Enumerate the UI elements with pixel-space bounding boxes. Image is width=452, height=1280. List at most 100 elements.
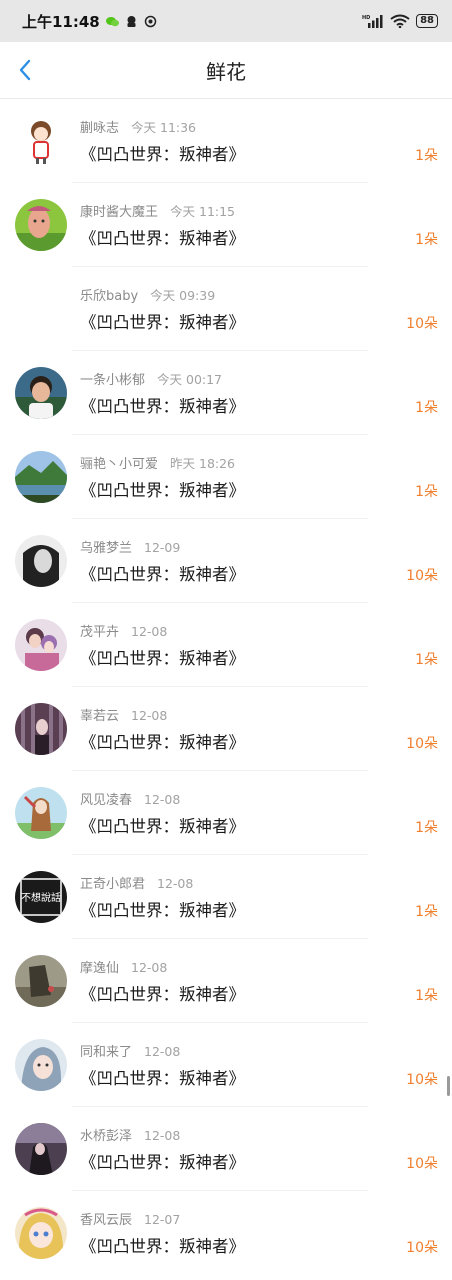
flower-count: 10朵 [406, 1156, 438, 1172]
svg-text:HD: HD [362, 15, 370, 21]
book-title: 《凹凸世界：叛神者》 [80, 1153, 245, 1172]
book-title: 《凹凸世界：叛神者》 [80, 229, 245, 248]
user-name: 摩逸仙 [80, 961, 120, 976]
user-name: 骊艳丶小可爱 [80, 457, 159, 472]
record-time: 今天 11:36 [131, 120, 197, 135]
list-item[interactable]: 茂平卉 12-08 《凹凸世界：叛神者》 1朵 [0, 603, 452, 687]
record-time: 今天 11:15 [170, 204, 236, 219]
record-time: 12-08 [131, 960, 168, 975]
wifi-icon [390, 14, 410, 28]
book-title: 《凹凸世界：叛神者》 [80, 397, 245, 416]
flower-count: 10朵 [406, 736, 438, 752]
book-title: 《凹凸世界：叛神者》 [80, 733, 245, 752]
list-item[interactable]: 辜若云 12-08 《凹凸世界：叛神者》 10朵 [0, 687, 452, 771]
user-name: 香风云辰 [80, 1213, 133, 1228]
flower-count: 1朵 [415, 820, 438, 836]
list-item[interactable]: 风见凌春 12-08 《凹凸世界：叛神者》 1朵 [0, 771, 452, 855]
flower-count: 1朵 [415, 232, 438, 248]
book-title: 《凹凸世界：叛神者》 [80, 817, 245, 836]
flower-count: 1朵 [415, 652, 438, 668]
flower-count: 1朵 [415, 484, 438, 500]
avatar[interactable] [15, 1039, 67, 1091]
record-meta: 茂平卉 12-08 [80, 621, 167, 640]
status-time: 上午11:48 [22, 12, 100, 31]
flower-count: 1朵 [415, 904, 438, 920]
page-title: 鲜花 [206, 59, 246, 84]
flower-count: 10朵 [406, 1240, 438, 1256]
record-meta: 骊艳丶小可爱 昨天 18:26 [80, 453, 235, 472]
list-item[interactable]: 骊艳丶小可爱 昨天 18:26 《凹凸世界：叛神者》 1朵 [0, 435, 452, 519]
record-meta: 同和来了 12-08 [80, 1041, 180, 1060]
status-icons-right: HD 88 [362, 14, 438, 28]
record-meta: 一条小彬郁 今天 00:17 [80, 369, 222, 388]
record-meta: 香风云辰 12-07 [80, 1209, 180, 1228]
record-meta: 蒯咏志 今天 11:36 [80, 117, 196, 136]
back-button[interactable] [14, 58, 38, 82]
record-meta: 风见凌春 12-08 [80, 789, 180, 808]
book-title: 《凹凸世界：叛神者》 [80, 145, 245, 164]
status-icons-left [105, 15, 157, 28]
avatar[interactable] [15, 535, 67, 587]
book-title: 《凹凸世界：叛神者》 [80, 649, 245, 668]
book-title: 《凹凸世界：叛神者》 [80, 1237, 245, 1256]
record-meta: 康时酱大魔王 今天 11:15 [80, 201, 235, 220]
avatar[interactable] [15, 115, 67, 167]
list-item[interactable]: 香风云辰 12-07 《凹凸世界：叛神者》 10朵 [0, 1191, 452, 1275]
list-item[interactable]: 不想說話 正奇小郎君 12-08 《凹凸世界：叛神者》 1朵 [0, 855, 452, 939]
record-time: 12-08 [131, 624, 168, 639]
avatar[interactable] [15, 367, 67, 419]
avatar[interactable]: 不想說話 [15, 871, 67, 923]
avatar[interactable] [15, 1207, 67, 1259]
avatar[interactable] [15, 703, 67, 755]
list-item[interactable]: 摩逸仙 12-08 《凹凸世界：叛神者》 1朵 [0, 939, 452, 1023]
scrollbar-thumb[interactable] [447, 1076, 450, 1096]
list-item[interactable]: 康时酱大魔王 今天 11:15 《凹凸世界：叛神者》 1朵 [0, 183, 452, 267]
book-title: 《凹凸世界：叛神者》 [80, 985, 245, 1004]
status-bar: 上午11:48 HD 88 [0, 0, 452, 42]
record-meta: 水桥彭泽 12-08 [80, 1125, 180, 1144]
flower-count: 10朵 [406, 316, 438, 332]
book-title: 《凹凸世界：叛神者》 [80, 481, 245, 500]
nav-bar: 鲜花 [0, 42, 452, 99]
list-item[interactable]: 乌雅梦兰 12-09 《凹凸世界：叛神者》 10朵 [0, 519, 452, 603]
list-item[interactable]: 同和来了 12-08 《凹凸世界：叛神者》 10朵 [0, 1023, 452, 1107]
flower-count: 10朵 [406, 568, 438, 584]
flower-count: 1朵 [415, 400, 438, 416]
flower-count: 10朵 [406, 1072, 438, 1088]
avatar[interactable] [15, 451, 67, 503]
record-time: 12-09 [144, 540, 181, 555]
list-item[interactable]: 水桥彭泽 12-08 《凹凸世界：叛神者》 10朵 [0, 1107, 452, 1191]
record-time: 12-08 [157, 876, 194, 891]
record-meta: 摩逸仙 12-08 [80, 957, 167, 976]
avatar[interactable] [15, 787, 67, 839]
avatar[interactable] [15, 619, 67, 671]
list-item[interactable]: 乐欣baby 今天 09:39 《凹凸世界：叛神者》 10朵 [0, 267, 452, 351]
book-title: 《凹凸世界：叛神者》 [80, 901, 245, 920]
record-time: 12-08 [144, 1128, 181, 1143]
wechat-icon [105, 16, 119, 26]
record-meta: 乌雅梦兰 12-09 [80, 537, 180, 556]
user-name: 同和来了 [80, 1045, 133, 1060]
avatar[interactable] [15, 955, 67, 1007]
user-name: 乌雅梦兰 [80, 541, 133, 556]
user-name: 康时酱大魔王 [80, 205, 159, 220]
avatar[interactable] [15, 1123, 67, 1175]
avatar-text: 不想說話 [21, 891, 61, 904]
flower-count: 1朵 [415, 148, 438, 164]
record-time: 12-08 [131, 708, 168, 723]
flower-count: 1朵 [415, 988, 438, 1004]
user-name: 一条小彬郁 [80, 373, 146, 388]
user-name: 茂平卉 [80, 625, 120, 640]
user-name: 风见凌春 [80, 793, 133, 808]
user-name: 乐欣baby [80, 289, 139, 304]
record-meta: 辜若云 12-08 [80, 705, 167, 724]
list-item[interactable]: 一条小彬郁 今天 00:17 《凹凸世界：叛神者》 1朵 [0, 351, 452, 435]
avatar[interactable] [15, 199, 67, 251]
avatar[interactable] [15, 283, 67, 335]
record-time: 12-07 [144, 1212, 181, 1227]
book-title: 《凹凸世界：叛神者》 [80, 1069, 245, 1088]
list-item[interactable]: 蒯咏志 今天 11:36 《凹凸世界：叛神者》 1朵 [0, 99, 452, 183]
user-name: 蒯咏志 [80, 121, 120, 136]
signal-icon: HD [362, 15, 383, 28]
book-title: 《凹凸世界：叛神者》 [80, 313, 245, 332]
